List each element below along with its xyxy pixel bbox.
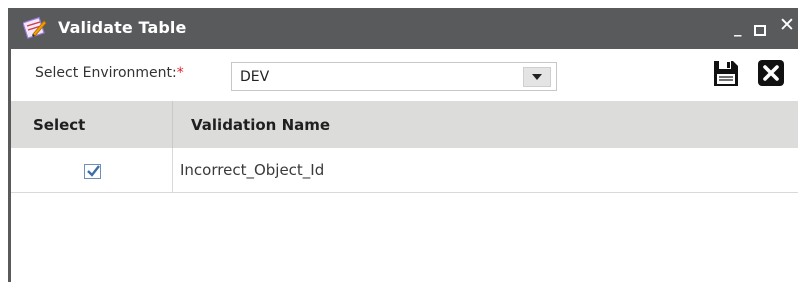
left-frame xyxy=(0,0,11,282)
dropdown-arrow-button[interactable] xyxy=(523,67,551,87)
table-validate-icon xyxy=(22,16,47,39)
minimize-button[interactable]: _ xyxy=(734,18,742,38)
environment-select[interactable]: DEV xyxy=(231,62,557,91)
validation-name-cell: Incorrect_Object_Id xyxy=(180,161,325,179)
column-divider xyxy=(172,148,173,193)
close-icon[interactable] xyxy=(758,60,784,86)
window-title: Validate Table xyxy=(58,18,187,37)
title-bar: Validate Table _ ✕ xyxy=(9,8,798,49)
table-row[interactable]: Incorrect_Object_Id xyxy=(11,148,798,193)
row-select-checkbox[interactable] xyxy=(84,164,101,179)
maximize-button[interactable] xyxy=(754,25,766,36)
environment-select-value: DEV xyxy=(240,69,270,85)
window-close-button[interactable]: ✕ xyxy=(779,15,795,35)
column-header-select[interactable]: Select xyxy=(33,116,85,134)
required-marker: * xyxy=(176,65,184,81)
column-divider xyxy=(172,101,173,148)
grid-header: Select Validation Name xyxy=(11,101,798,148)
environment-label: Select Environment:* xyxy=(35,65,184,81)
column-header-validation-name[interactable]: Validation Name xyxy=(191,116,330,134)
chevron-down-icon xyxy=(532,74,542,80)
toolbar: Select Environment:* DEV xyxy=(11,49,798,101)
validate-table-window: Validate Table _ ✕ Select Environment:* … xyxy=(0,0,798,282)
save-icon[interactable] xyxy=(713,59,739,87)
